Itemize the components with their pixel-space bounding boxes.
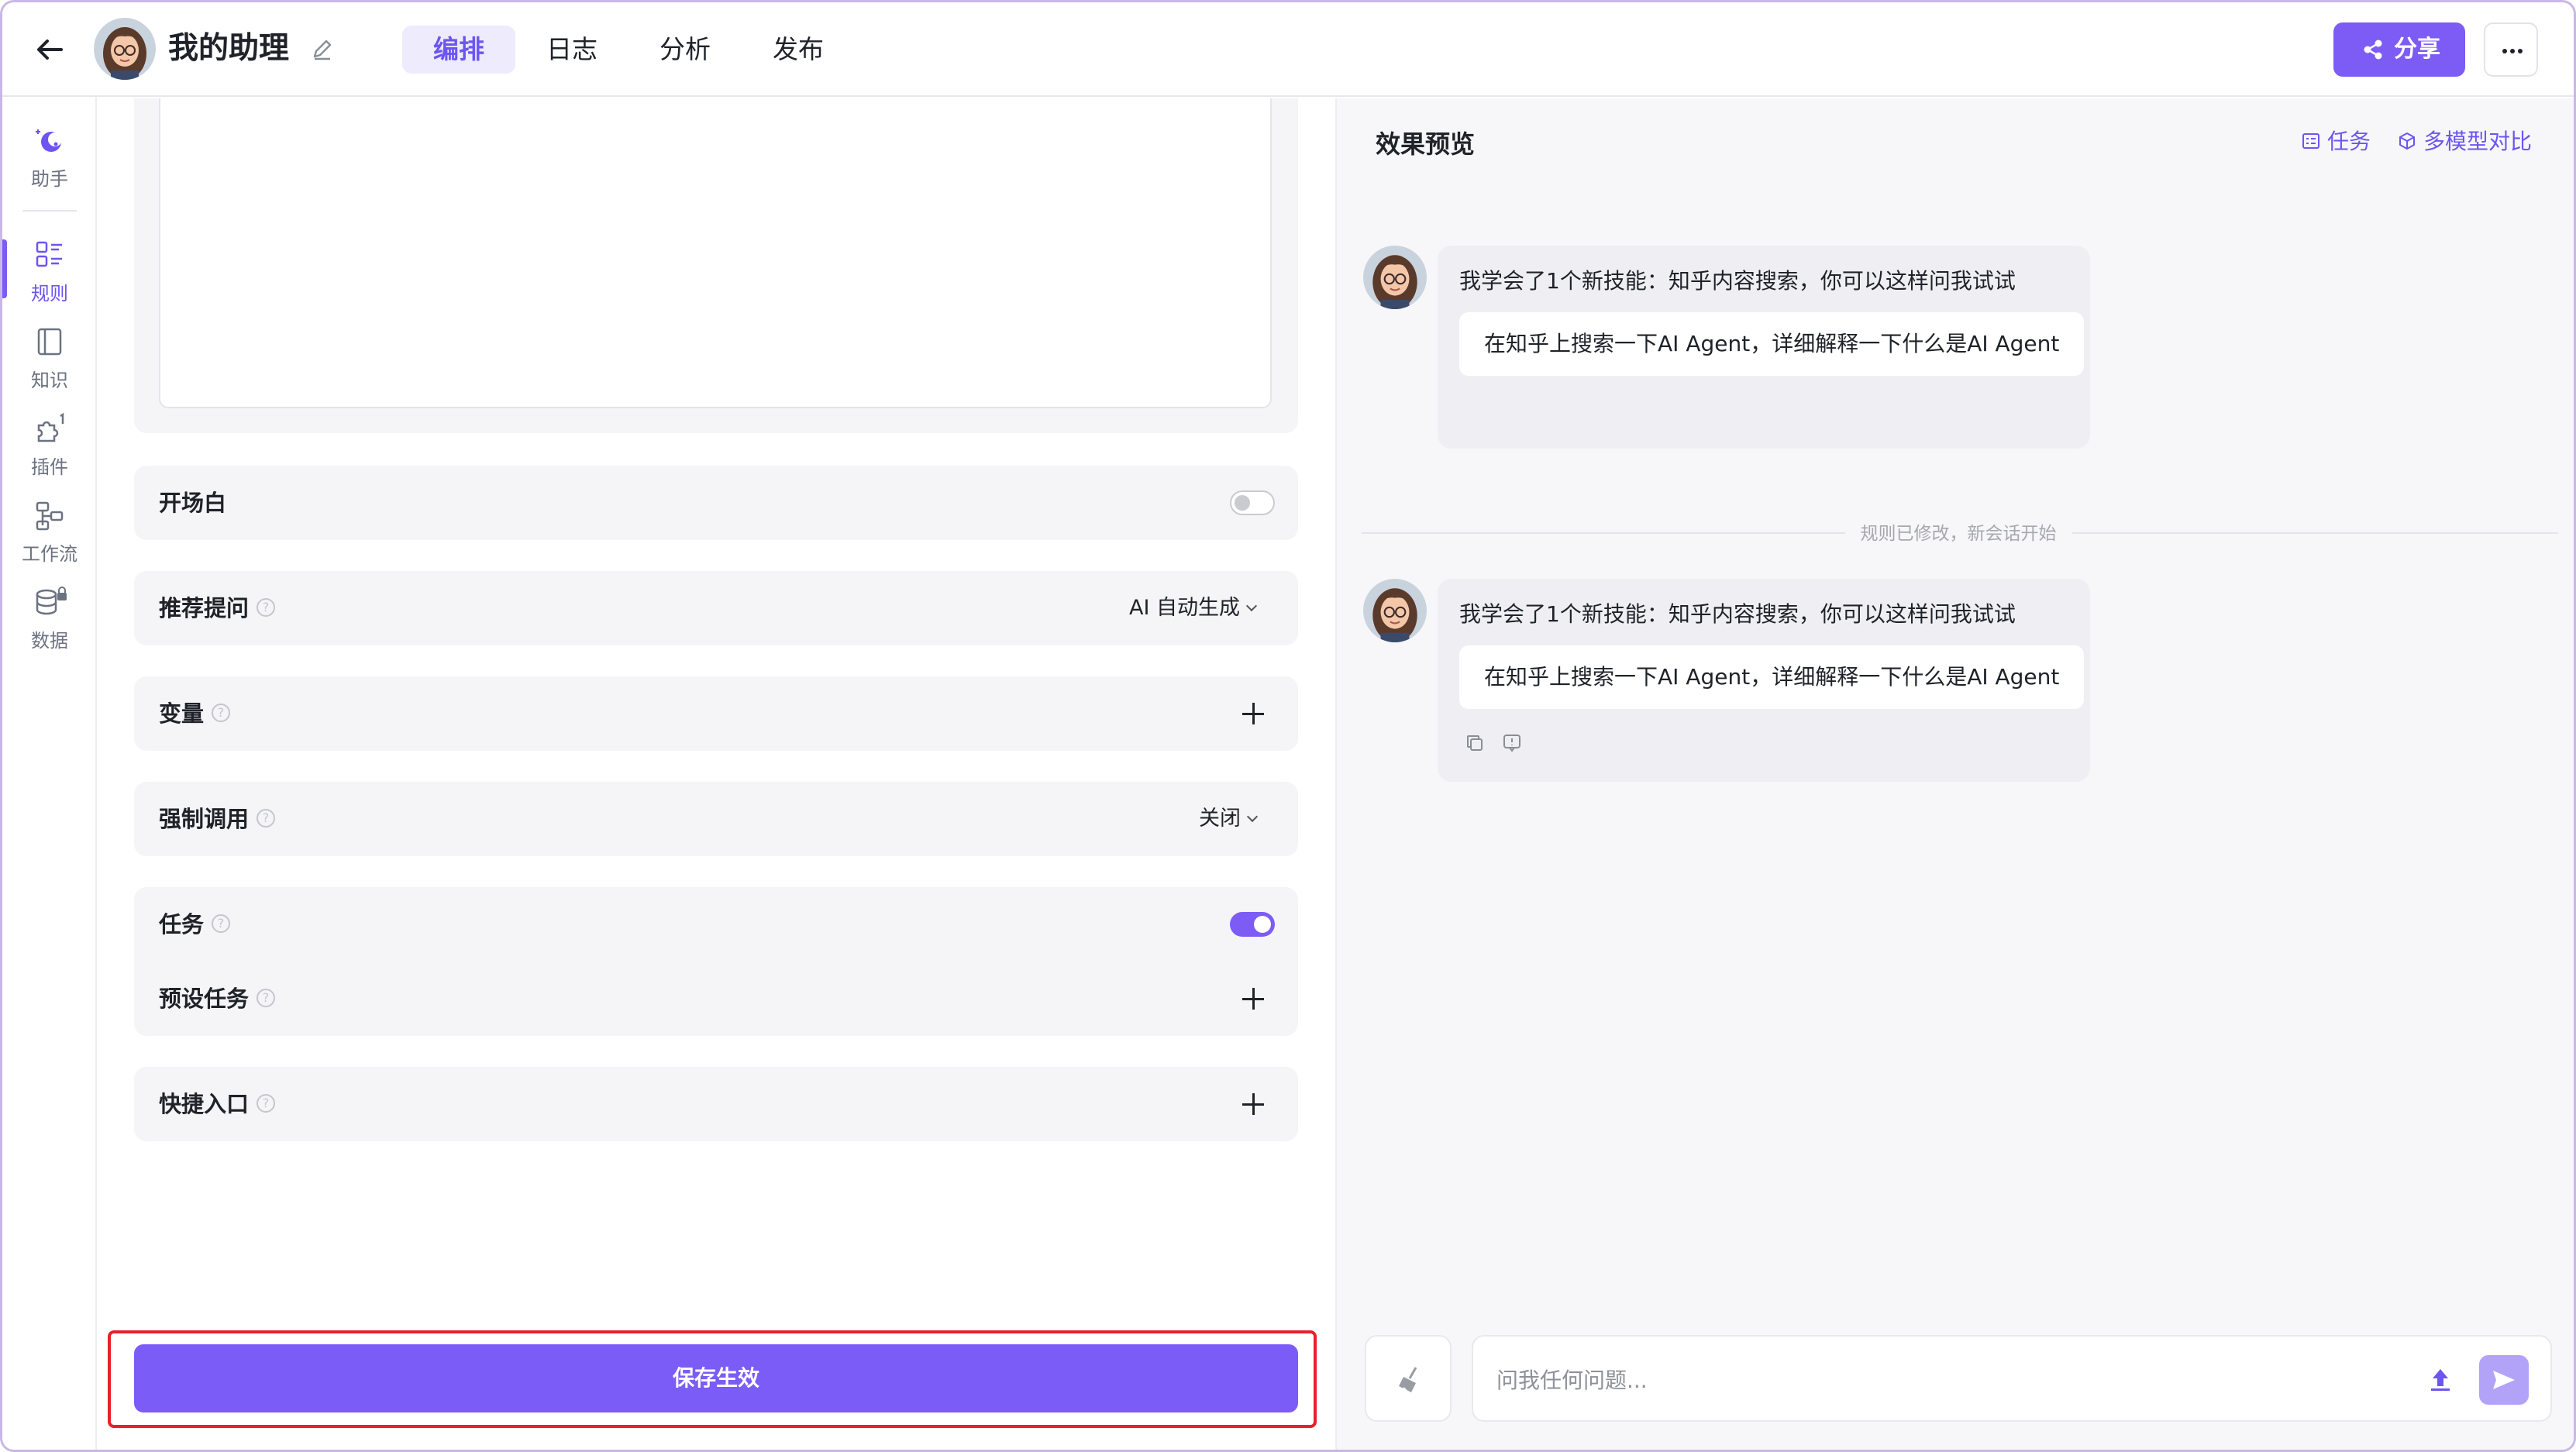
knowledge-icon [37,328,62,356]
bot-message-bubble: 我学会了1个新技能：知乎内容搜索，你可以这样问我试试 在知乎上搜索一下AI Ag… [1438,246,2090,449]
help-icon[interactable]: ? [212,704,231,722]
upload-icon[interactable] [2425,1364,2456,1395]
chevron-down-icon [1245,600,1258,612]
bot-avatar [1363,246,1427,309]
rail-item-assistant[interactable]: 助手 [2,119,97,196]
help-icon[interactable]: ? [257,1094,276,1113]
edit-pencil-icon[interactable] [309,36,336,63]
workflow-icon [36,501,64,531]
task-link[interactable]: 任务 [2301,128,2371,156]
help-icon[interactable]: ? [257,809,276,828]
tasks-toggle[interactable] [1230,912,1275,937]
help-icon[interactable]: ? [212,914,231,933]
bot-avatar [1363,579,1427,642]
add-shortcut-plus-icon[interactable] [1242,1093,1264,1115]
assistant-icon [36,129,62,152]
share-label: 分享 [2394,36,2440,63]
more-options-button[interactable] [2484,22,2538,77]
more-dot-icon [2510,49,2515,53]
rules-icon [36,241,62,267]
multi-model-compare-link[interactable]: 多模型对比 [2397,128,2532,156]
chat-composer [1472,1335,2552,1422]
main-tabs: 编排 日志 分析 发布 [402,26,855,74]
rail-label: 知识 [31,370,68,391]
rail-label: 助手 [31,168,68,190]
bot-message-text: 我学会了1个新技能：知乎内容搜索，你可以这样问我试试 [1459,268,2016,294]
send-button[interactable] [2479,1355,2529,1405]
clear-chat-button[interactable] [1365,1335,1452,1422]
back-arrow-icon[interactable] [32,32,67,67]
chat-input[interactable] [1496,1360,2380,1400]
rail-label: 插件 [31,456,68,478]
left-nav-rail: 助手 规则 知识 插件 工作流 数据 [2,97,97,1450]
rail-item-plugins[interactable]: 插件 [2,407,97,484]
tasks-label: 任务? [159,909,231,940]
help-icon[interactable]: ? [257,989,276,1007]
report-icon[interactable] [1501,732,1523,754]
rail-label: 规则 [31,283,68,305]
forced-call-label: 强制调用? [159,803,276,834]
rail-item-workflow[interactable]: 工作流 [2,494,97,571]
suggested-query-chip[interactable]: 在知乎上搜索一下AI Agent，详细解释一下什么是AI Agent [1459,645,2085,709]
variables-label: 变量? [159,698,231,729]
app-title: 我的助理 [168,31,290,66]
top-bar: 我的助理 编排 日志 分析 发布 分享 [2,2,2574,97]
suggested-query-chip[interactable]: 在知乎上搜索一下AI Agent，详细解释一下什么是AI Agent [1459,312,2085,376]
rail-label: 数据 [31,630,68,652]
forced-call-dropdown[interactable]: 关闭 [1199,803,1259,834]
app-window: 我的助理 编排 日志 分析 发布 分享 助手 规则 知识 插件 工作流 数据 开… [0,0,2576,1452]
rail-divider [22,210,77,212]
tab-publish[interactable]: 发布 [742,26,855,74]
add-variable-plus-icon[interactable] [1242,703,1264,724]
tab-orchestrate[interactable]: 编排 [402,26,515,74]
save-button[interactable]: 保存生效 [134,1344,1298,1412]
shortcuts-section: 快捷入口? [134,1067,1298,1141]
prompt-card [134,98,1298,433]
send-icon [2493,1371,2515,1389]
session-divider-label: 规则已修改，新会话开始 [1337,518,2574,545]
add-preset-task-plus-icon[interactable] [1242,988,1264,1010]
suggested-questions-label: 推荐提问? [159,593,276,624]
tab-analytics[interactable]: 分析 [629,26,742,74]
opening-section: 开场白 [134,466,1298,540]
cube-icon [2399,132,2415,150]
database-icon [36,587,67,615]
shortcuts-label: 快捷入口? [159,1089,276,1120]
more-dot-icon [2518,49,2523,53]
suggested-questions-dropdown[interactable]: AI 自动生成 [1129,593,1258,624]
assistant-avatar [94,18,156,80]
tab-logs[interactable]: 日志 [515,26,629,74]
preset-tasks-label: 预设任务? [159,983,276,1014]
preview-panel: 效果预览 任务 多模型对比 我学会了1个新技能：知乎内容搜索，你可以这样问我试试… [1335,98,2574,1450]
prompt-textarea[interactable] [159,98,1272,408]
copy-icon[interactable] [1464,732,1486,754]
help-icon[interactable]: ? [257,598,276,617]
opening-toggle[interactable] [1230,490,1275,515]
rail-item-knowledge[interactable]: 知识 [2,320,97,397]
task-list-icon [2302,133,2319,149]
rail-item-rules[interactable]: 规则 [2,233,97,311]
opening-label: 开场白 [159,490,227,516]
plugin-icon [37,413,64,442]
broom-icon [1399,1367,1417,1393]
bot-message-text: 我学会了1个新技能：知乎内容搜索，你可以这样问我试试 [1459,601,2016,627]
tasks-section: 任务? 预设任务? [134,887,1298,1036]
bot-message-bubble: 我学会了1个新技能：知乎内容搜索，你可以这样问我试试 在知乎上搜索一下AI Ag… [1438,579,2090,782]
chevron-down-icon [1246,810,1259,823]
editor-panel: 开场白 推荐提问? AI 自动生成 变量? 强制调用? 关闭 任务? 预设任务?… [98,98,1334,1450]
rail-item-data[interactable]: 数据 [2,580,97,658]
rail-label: 工作流 [22,543,77,565]
variables-section: 变量? [134,676,1298,751]
more-dot-icon [2502,49,2507,53]
share-button[interactable]: 分享 [2333,22,2465,77]
preview-title: 效果预览 [1376,129,1476,159]
suggested-questions-section: 推荐提问? AI 自动生成 [134,571,1298,645]
share-icon [2364,40,2382,60]
forced-call-section: 强制调用? 关闭 [134,782,1298,856]
